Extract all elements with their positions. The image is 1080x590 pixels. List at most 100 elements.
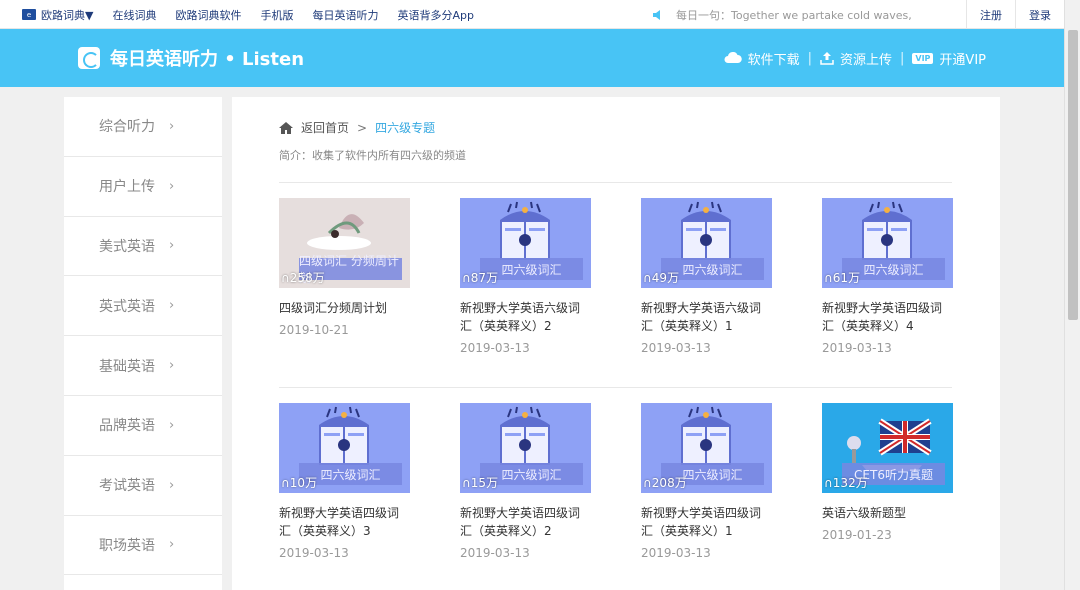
- login-link[interactable]: 登录: [1015, 0, 1064, 29]
- play-count-value: 258万: [289, 271, 325, 285]
- vip-button[interactable]: VIP 开通VIP: [912, 49, 986, 68]
- home-icon[interactable]: [279, 121, 293, 134]
- headphone-icon: ∩: [643, 271, 652, 285]
- channel-card[interactable]: 四六级词汇 ∩15万新视野大学英语四级词汇（英英释义）2 2019-03-13: [460, 403, 591, 560]
- play-count-value: 15万: [470, 476, 499, 490]
- sidebar-item-workplace[interactable]: 职场英语 ›: [64, 516, 222, 576]
- header-actions: 软件下载 | 资源上传 | VIP 开通VIP: [724, 29, 986, 87]
- download-button[interactable]: 软件下载: [724, 49, 800, 68]
- upload-label: 资源上传: [839, 52, 892, 68]
- sidebar-item-american[interactable]: 美式英语 ›: [64, 217, 222, 277]
- link-mobile[interactable]: 手机版: [260, 7, 293, 23]
- site-brand[interactable]: 每日英语听力 • Listen: [78, 29, 304, 87]
- link-daily-listening[interactable]: 每日英语听力: [312, 7, 378, 23]
- channel-title[interactable]: 新视野大学英语四级词汇（英英释义）1: [641, 504, 772, 540]
- channel-title[interactable]: 新视野大学英语四级词汇（英英释义）2: [460, 504, 591, 540]
- sidebar-item-label: 品牌英语: [99, 418, 155, 435]
- sidebar-item-exam[interactable]: 考试英语 ›: [64, 456, 222, 516]
- chevron-right-icon: ›: [169, 537, 175, 553]
- headphone-icon: ∩: [281, 271, 290, 285]
- channel-title[interactable]: 新视野大学英语六级词汇（英英释义）2: [460, 299, 591, 335]
- chevron-right-icon: ›: [169, 118, 175, 134]
- channel-card[interactable]: 四六级词汇 ∩49万 新视野大学英语六级词汇（英英释义）1 2019-03-13: [641, 198, 772, 355]
- sidebar-item-user-upload[interactable]: 用户上传 ›: [64, 157, 222, 217]
- link-software[interactable]: 欧路词典软件: [175, 7, 241, 23]
- channel-card[interactable]: 四六级词汇 ∩61万新视野大学英语四级词汇（英英释义）4 2019-03-13: [822, 198, 953, 355]
- channel-title[interactable]: 新视野大学英语四级词汇（英英释义）3: [279, 504, 410, 540]
- sidebar-item-label: 考试英语: [99, 478, 155, 495]
- daily-sentence[interactable]: 每日一句：Together we partake cold waves,: [652, 0, 912, 29]
- play-count: ∩61万: [824, 269, 860, 286]
- channel-date: 2019-03-13: [460, 546, 530, 560]
- channel-date: 2019-03-13: [279, 546, 349, 560]
- headphone-icon: ∩: [643, 476, 652, 490]
- channel-title[interactable]: 英语六级新题型: [822, 504, 953, 522]
- play-count-value: 87万: [470, 271, 499, 285]
- divider: [279, 182, 952, 183]
- channel-card[interactable]: CET6听力真题 ∩132万英语六级新题型 2019-01-23: [822, 403, 953, 542]
- breadcrumb-home[interactable]: 返回首页: [301, 119, 349, 136]
- sidebar-item-label: 综合听力: [99, 119, 155, 136]
- headphone-icon: ∩: [824, 271, 833, 285]
- channel-date: 2019-01-23: [822, 528, 892, 542]
- top-bar-links: e 欧路词典▼ 在线词典 欧路词典软件 手机版 每日英语听力 英语背多分App: [22, 0, 493, 29]
- play-count-value: 10万: [289, 476, 318, 490]
- channel-cover[interactable]: 四六级词汇 ∩10万: [279, 403, 410, 493]
- link-vocab-app[interactable]: 英语背多分App: [397, 7, 474, 23]
- channel-card[interactable]: 四六级词汇 ∩208万 新视野大学英语四级词汇（英英释义）1 2019-03-13: [641, 403, 772, 560]
- channel-cover[interactable]: 四级词汇 分频周计划 ∩258万: [279, 198, 410, 288]
- brand-menu[interactable]: 欧路词典▼: [41, 7, 93, 23]
- main-content: 返回首页 > 四六级专题 简介：收集了软件内所有四六级的频道 四级词汇 分频周计…: [232, 97, 1000, 590]
- breadcrumb: 返回首页 > 四六级专题: [279, 119, 435, 136]
- speaker-icon: [653, 9, 660, 20]
- play-count: ∩87万: [462, 269, 498, 286]
- headphone-icon: ∩: [462, 476, 471, 490]
- play-count-value: 49万: [651, 271, 680, 285]
- channel-cover[interactable]: 四六级词汇 ∩15万: [460, 403, 591, 493]
- sidebar-item-brand[interactable]: 品牌英语 ›: [64, 396, 222, 456]
- top-bar: e 欧路词典▼ 在线词典 欧路词典软件 手机版 每日英语听力 英语背多分App …: [0, 0, 1064, 29]
- vip-badge-icon: VIP: [912, 52, 934, 64]
- channel-cover[interactable]: 四六级词汇 ∩208万: [641, 403, 772, 493]
- sidebar-item-comprehensive[interactable]: 综合听力 ›: [64, 97, 222, 157]
- channel-cover[interactable]: CET6听力真题 ∩132万: [822, 403, 953, 493]
- upload-button[interactable]: 资源上传: [820, 49, 892, 68]
- upload-icon: [820, 51, 834, 65]
- topic-intro: 简介：收集了软件内所有四六级的频道: [279, 149, 466, 162]
- listen-logo-icon: [78, 47, 100, 69]
- link-online-dict[interactable]: 在线词典: [112, 7, 156, 23]
- channel-date: 2019-10-21: [279, 323, 349, 337]
- play-count: ∩15万: [462, 474, 498, 491]
- sidebar-item-label: 英式英语: [99, 298, 155, 315]
- breadcrumb-current: 四六级专题: [375, 121, 436, 135]
- sidebar-item-british[interactable]: 英式英语 ›: [64, 276, 222, 337]
- sidebar-item-label: 用户上传: [99, 179, 155, 196]
- channel-card[interactable]: 四六级词汇 ∩10万新视野大学英语四级词汇（英英释义）3 2019-03-13: [279, 403, 410, 560]
- headphone-icon: ∩: [462, 271, 471, 285]
- sidebar-item-basic[interactable]: 基础英语 ›: [64, 336, 222, 396]
- channel-title[interactable]: 新视野大学英语四级词汇（英英释义）4: [822, 299, 953, 335]
- channel-date: 2019-03-13: [822, 341, 892, 355]
- vip-label: 开通VIP: [939, 52, 986, 68]
- channel-card[interactable]: 四级词汇 分频周计划 ∩258万四级词汇分频周计划 2019-10-21: [279, 198, 410, 337]
- breadcrumb-separator: >: [357, 120, 368, 135]
- headphone-icon: ∩: [824, 476, 833, 490]
- chevron-right-icon: ›: [169, 178, 175, 194]
- channel-cover[interactable]: 四六级词汇 ∩49万: [641, 198, 772, 288]
- site-header: 每日英语听力 • Listen 软件下载 | 资源上传 | VIP 开通VIP: [0, 29, 1064, 87]
- category-sidebar: 综合听力 › 用户上传 › 美式英语 › 英式英语 › 基础英语 › 品牌英语 › 考试英语…: [64, 97, 222, 590]
- channel-title[interactable]: 新视野大学英语六级词汇（英英释义）1: [641, 299, 772, 335]
- download-label: 软件下载: [747, 52, 800, 68]
- scrollbar-thumb[interactable]: [1068, 30, 1078, 320]
- play-count: ∩132万: [824, 474, 868, 491]
- sidebar-item-label: 基础英语: [99, 358, 155, 375]
- channel-title[interactable]: 四级词汇分频周计划: [279, 299, 410, 317]
- channel-card[interactable]: 四六级词汇 ∩87万 新视野大学英语六级词汇（英英释义）2 2019-03-13: [460, 198, 591, 355]
- page-scrollbar[interactable]: [1064, 0, 1080, 590]
- eudic-logo-icon: e: [22, 9, 36, 20]
- channel-cover[interactable]: 四六级词汇 ∩61万: [822, 198, 953, 288]
- channel-cover[interactable]: 四六级词汇 ∩87万: [460, 198, 591, 288]
- register-link[interactable]: 注册: [966, 0, 1015, 29]
- play-count: ∩258万: [281, 269, 325, 286]
- daily-sentence-text: 每日一句：Together we partake cold waves,: [676, 8, 912, 22]
